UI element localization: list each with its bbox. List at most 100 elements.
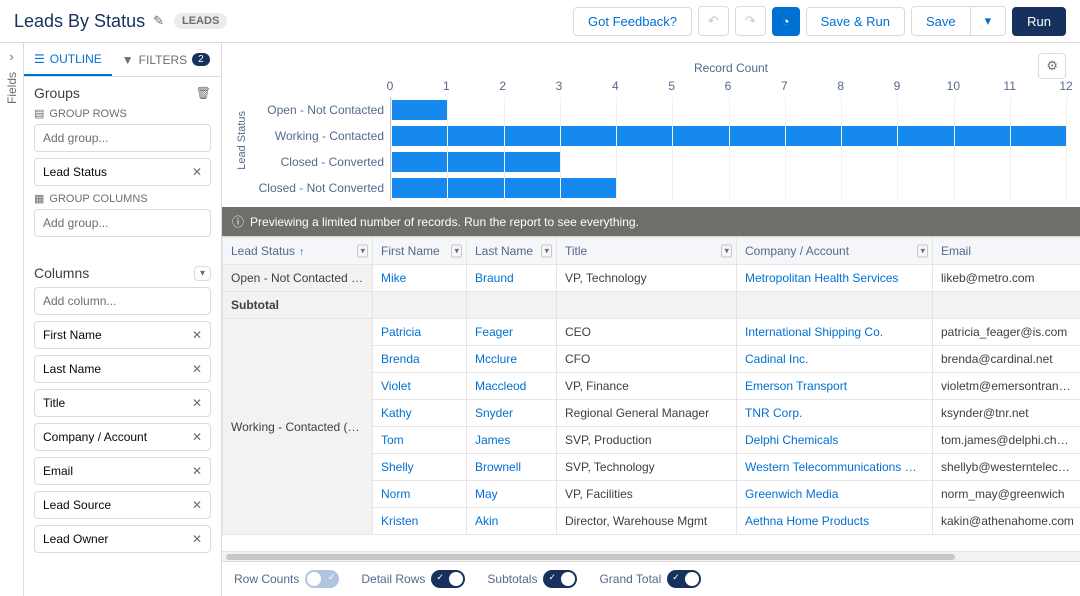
tab-filters[interactable]: ▼ FILTERS 2 xyxy=(112,43,220,76)
chart-x-tick: 7 xyxy=(781,79,788,93)
report-table-wrap[interactable]: Lead Status↑▾ First Name▾ Last Name▾ Tit… xyxy=(222,236,1080,551)
group-cell: Open - Not Contacted (1) xyxy=(223,265,373,292)
clear-groups-icon[interactable]: 🗑 xyxy=(196,86,211,100)
th-title[interactable]: Title▾ xyxy=(557,238,737,265)
preview-banner-text: Previewing a limited number of records. … xyxy=(250,215,639,229)
remove-col-icon[interactable]: ✕ xyxy=(192,362,202,376)
table-cell[interactable]: Feager xyxy=(467,319,557,346)
add-column-input[interactable]: Add column... xyxy=(34,287,211,315)
report-title: Leads By Status xyxy=(14,11,145,32)
edit-title-icon[interactable]: ✎ xyxy=(153,13,164,29)
th-company[interactable]: Company / Account▾ xyxy=(737,238,933,265)
column-pill-lead-source[interactable]: Lead Source✕ xyxy=(34,491,211,519)
row-counts-toggle[interactable]: ✓ xyxy=(305,570,339,588)
save-button-group: Save ▾ xyxy=(905,6,1006,36)
fields-rail[interactable]: › Fields xyxy=(0,43,24,596)
remove-col-icon[interactable]: ✕ xyxy=(192,430,202,444)
table-cell[interactable]: Greenwich Media xyxy=(737,481,933,508)
column-pill-title[interactable]: Title✕ xyxy=(34,389,211,417)
col-menu-icon[interactable]: ▾ xyxy=(357,245,368,258)
col-menu-icon[interactable]: ▾ xyxy=(917,245,928,258)
col-menu-icon[interactable]: ▾ xyxy=(721,245,732,258)
row-counts-label: Row Counts xyxy=(234,572,299,586)
chart-y-axis-label: Lead Status xyxy=(236,111,248,170)
table-cell[interactable]: May xyxy=(467,481,557,508)
table-cell[interactable]: Brenda xyxy=(373,346,467,373)
expand-fields-icon[interactable]: › xyxy=(9,49,13,64)
remove-col-icon[interactable]: ✕ xyxy=(192,532,202,546)
remove-group-row-icon[interactable]: ✕ xyxy=(192,165,202,179)
scroll-thumb[interactable] xyxy=(226,554,955,560)
remove-col-icon[interactable]: ✕ xyxy=(192,328,202,342)
column-pill-company[interactable]: Company / Account✕ xyxy=(34,423,211,451)
col-menu-icon[interactable]: ▾ xyxy=(541,245,552,258)
table-cell: likeb@metro.com xyxy=(933,265,1080,292)
run-button[interactable]: Run xyxy=(1012,7,1066,36)
column-pill-lead-owner[interactable]: Lead Owner✕ xyxy=(34,525,211,553)
table-cell[interactable]: Emerson Transport xyxy=(737,373,933,400)
save-button[interactable]: Save xyxy=(911,6,971,36)
columns-menu-button[interactable]: ▾ xyxy=(194,266,211,281)
table-cell[interactable]: Patricia xyxy=(373,319,467,346)
table-cell[interactable]: Violet xyxy=(373,373,467,400)
table-cell: Regional General Manager xyxy=(557,400,737,427)
table-cell[interactable]: TNR Corp. xyxy=(737,400,933,427)
chart-y-categories: Open - Not Contacted Working - Contacted… xyxy=(250,79,390,201)
table-cell[interactable]: Tom xyxy=(373,427,467,454)
table-cell[interactable]: Brownell xyxy=(467,454,557,481)
table-cell[interactable]: Shelly xyxy=(373,454,467,481)
settings-gear-button[interactable]: ⚙ xyxy=(1038,53,1066,79)
table-cell[interactable]: Norm xyxy=(373,481,467,508)
group-row-pill-lead-status[interactable]: Lead Status ✕ xyxy=(34,158,211,186)
table-cell[interactable]: Cadinal Inc. xyxy=(737,346,933,373)
th-lead-status[interactable]: Lead Status↑▾ xyxy=(223,238,373,265)
horizontal-scrollbar[interactable] xyxy=(222,551,1080,561)
column-pill-last-name[interactable]: Last Name✕ xyxy=(34,355,211,383)
th-email[interactable]: Email xyxy=(933,238,1080,265)
table-cell[interactable]: Delphi Chemicals xyxy=(737,427,933,454)
subtotals-toggle[interactable]: ✓ xyxy=(543,570,577,588)
add-group-col-input[interactable]: Add group... xyxy=(34,209,211,237)
table-cell[interactable]: Mike xyxy=(373,265,467,292)
table-cell[interactable]: Western Telecommunications Corp. xyxy=(737,454,933,481)
object-tag: LEADS xyxy=(174,13,227,29)
remove-col-icon[interactable]: ✕ xyxy=(192,464,202,478)
column-pill-email[interactable]: Email✕ xyxy=(34,457,211,485)
save-dropdown-button[interactable]: ▾ xyxy=(970,6,1007,36)
table-cell[interactable]: Mcclure xyxy=(467,346,557,373)
grand-total-toggle[interactable]: ✓ xyxy=(667,570,701,588)
table-cell[interactable]: Kristen xyxy=(373,508,467,535)
table-cell[interactable]: James xyxy=(467,427,557,454)
detail-rows-toggle[interactable]: ✓ xyxy=(431,570,465,588)
tab-outline[interactable]: ☰ OUTLINE xyxy=(24,43,112,76)
table-cell[interactable]: Braund xyxy=(467,265,557,292)
col-menu-icon[interactable]: ▾ xyxy=(451,245,462,258)
remove-col-icon[interactable]: ✕ xyxy=(192,396,202,410)
table-cell[interactable]: International Shipping Co. xyxy=(737,319,933,346)
redo-button[interactable]: ↷ xyxy=(735,6,766,36)
table-cell: CEO xyxy=(557,319,737,346)
feedback-button[interactable]: Got Feedback? xyxy=(573,7,692,36)
remove-col-icon[interactable]: ✕ xyxy=(192,498,202,512)
table-cell[interactable]: Aethna Home Products xyxy=(737,508,933,535)
table-row: Working - Contacted (12)PatriciaFeagerCE… xyxy=(223,319,1080,346)
chart-bar[interactable] xyxy=(391,152,560,172)
info-icon: ⓘ xyxy=(232,213,244,230)
th-first-name[interactable]: First Name▾ xyxy=(373,238,467,265)
save-and-run-button[interactable]: Save & Run xyxy=(806,7,905,36)
table-row: Open - Not Contacted (1)MikeBraundVP, Te… xyxy=(223,265,1080,292)
chart-category: Working - Contacted xyxy=(250,123,390,149)
th-last-name[interactable]: Last Name▾ xyxy=(467,238,557,265)
chart-bar[interactable] xyxy=(391,100,447,120)
table-cell[interactable]: Snyder xyxy=(467,400,557,427)
chart-toggle-button[interactable]: ◔ xyxy=(772,7,800,36)
undo-button[interactable]: ↶ xyxy=(698,6,729,36)
add-group-row-input[interactable]: Add group... xyxy=(34,124,211,152)
column-pill-first-name[interactable]: First Name✕ xyxy=(34,321,211,349)
table-cell[interactable]: Kathy xyxy=(373,400,467,427)
preview-banner: ⓘ Previewing a limited number of records… xyxy=(222,207,1080,236)
table-cell[interactable]: Maccleod xyxy=(467,373,557,400)
cols-icon: ▦ xyxy=(34,192,44,205)
table-cell[interactable]: Metropolitan Health Services xyxy=(737,265,933,292)
table-cell[interactable]: Akin xyxy=(467,508,557,535)
